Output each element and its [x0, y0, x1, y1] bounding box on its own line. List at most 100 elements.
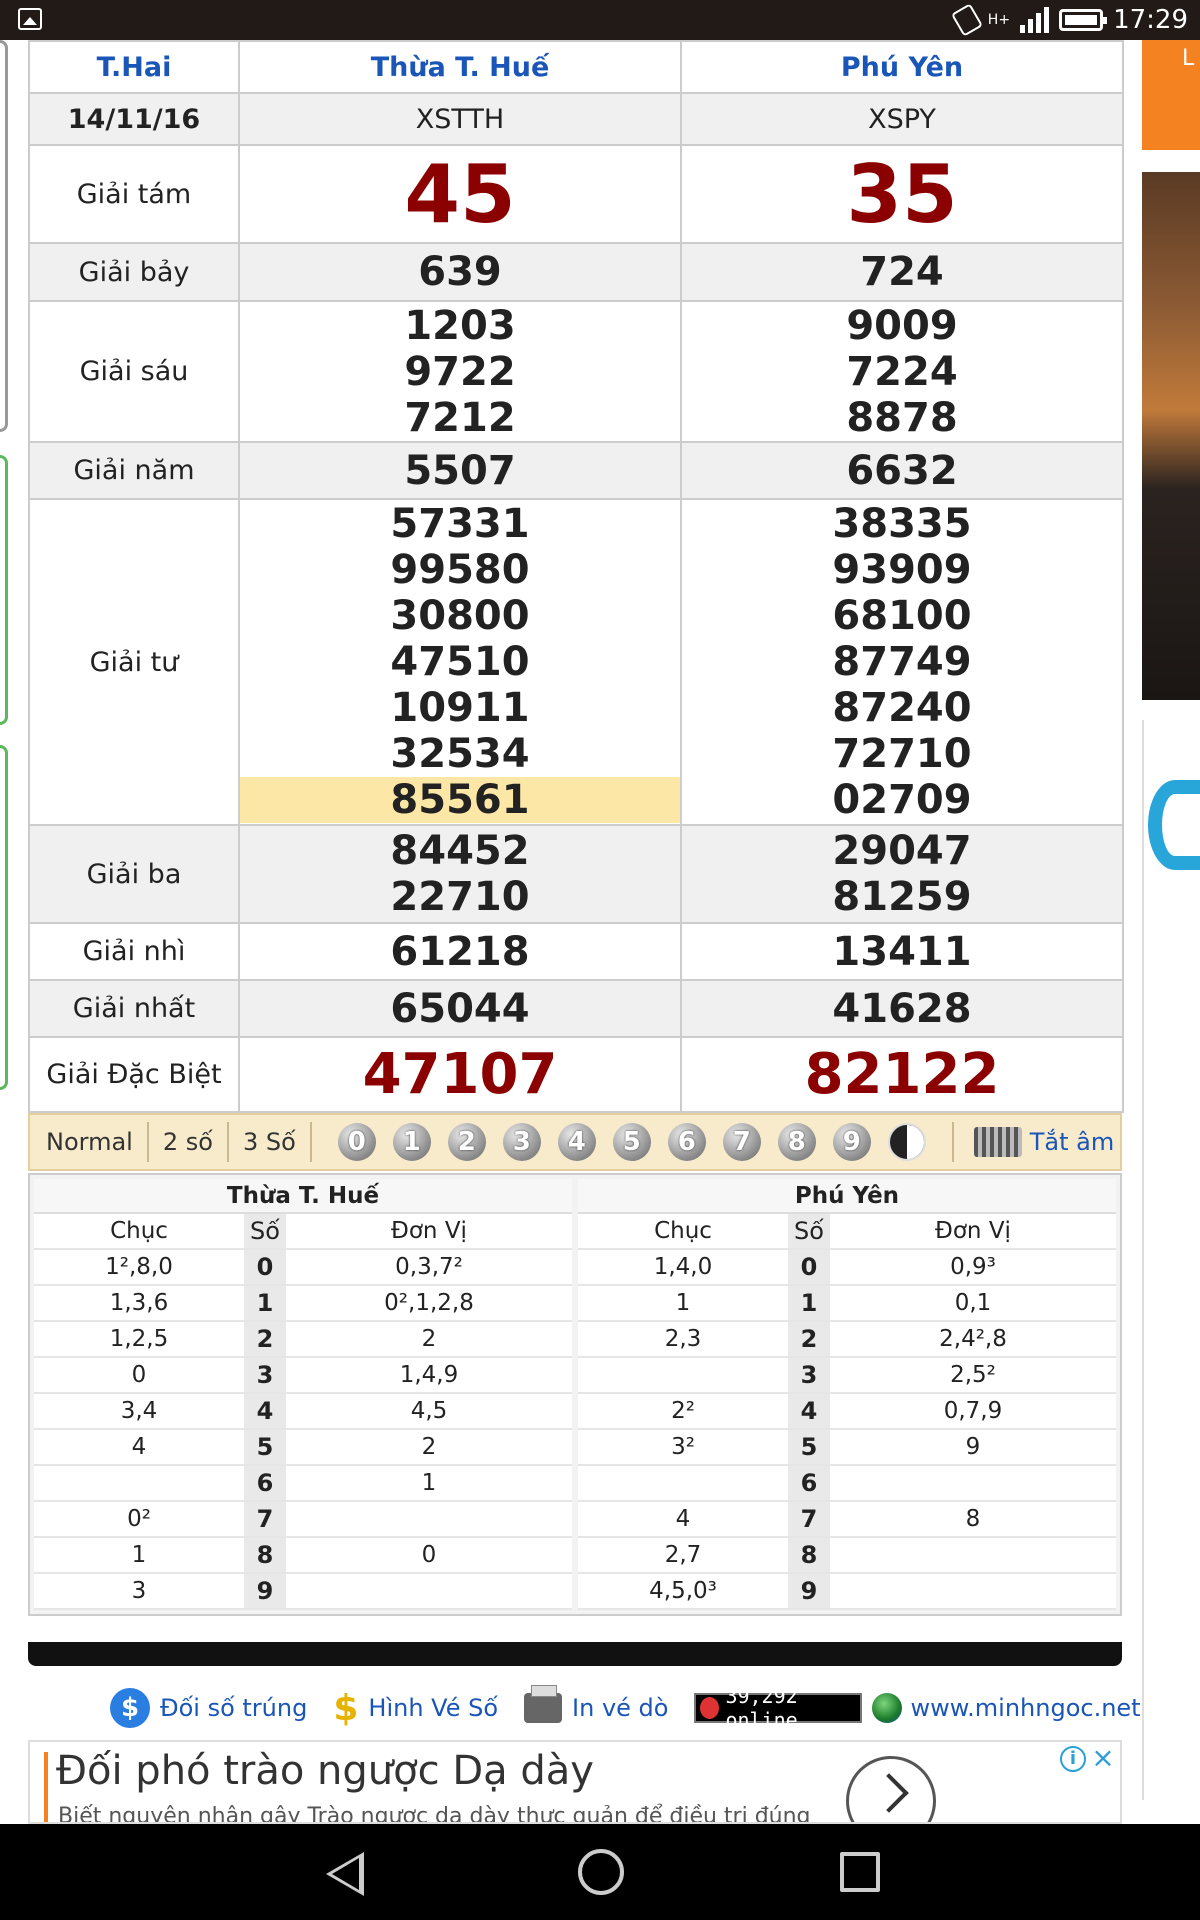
- col-header: Đơn Vị: [286, 1213, 572, 1250]
- network-type: H+: [987, 12, 1011, 28]
- draw-date: 14/11/16: [28, 92, 240, 146]
- so-cell: 8: [788, 1537, 830, 1574]
- site-link[interactable]: www.minhngoc.net: [910, 1694, 1140, 1722]
- web-page: T.Hai Thừa T. Huế Phú Yên 14/11/16 XSTTH…: [0, 40, 1200, 1824]
- province-link[interactable]: Thừa T. Huế: [238, 40, 682, 94]
- prize-label: Giải ba: [28, 824, 240, 924]
- table-row: 1,3,6 1 0²,1,2,8: [34, 1285, 572, 1322]
- donvi-cell: [286, 1501, 572, 1538]
- digit-ball-button[interactable]: 8: [777, 1123, 816, 1161]
- so-cell: 4: [788, 1393, 830, 1430]
- so-cell: 5: [244, 1429, 286, 1466]
- chuc-cell: 4,5,0³: [578, 1573, 788, 1610]
- prize-row-g3: Giải ba 84452 22710 29047 81259: [28, 824, 1124, 924]
- prize-row-special: Giải Đặc Biệt 47107 82122: [28, 1036, 1124, 1113]
- col-header: Chục: [578, 1213, 788, 1250]
- link-label: Đối số trúng: [160, 1694, 308, 1722]
- chuc-cell: 3²: [578, 1429, 788, 1466]
- chuc-cell: 1: [34, 1537, 244, 1574]
- digit-ball-button[interactable]: 5: [612, 1123, 651, 1161]
- header-row: T.Hai Thừa T. Huế Phú Yên: [28, 40, 1124, 94]
- prize-number: 65044: [238, 979, 682, 1038]
- day-link[interactable]: T.Hai: [28, 40, 240, 94]
- prize-number: 6632: [680, 441, 1124, 500]
- doi-so-trung-link[interactable]: $ Đối số trúng: [110, 1688, 307, 1728]
- digit-ball-button[interactable]: 1: [392, 1123, 431, 1161]
- so-cell: 3: [788, 1357, 830, 1394]
- table-row: 1,2,5 2 2: [34, 1321, 572, 1358]
- side-ad-column: L: [1142, 40, 1200, 1824]
- table-row: 4,5,0³ 9: [578, 1573, 1116, 1610]
- donvi-cell: 8: [830, 1501, 1116, 1538]
- mode-2-digit-button[interactable]: 2 số: [149, 1122, 229, 1162]
- divider: [951, 1122, 954, 1162]
- chevron-right-icon: [869, 1773, 909, 1813]
- prize-label: Giải sáu: [28, 300, 240, 443]
- donvi-cell: 1: [286, 1465, 572, 1502]
- so-cell: 1: [788, 1285, 830, 1322]
- digit-ball-button[interactable]: 0: [337, 1123, 376, 1161]
- digit-ball-button[interactable]: 7: [722, 1123, 761, 1161]
- prize-number: 41628: [680, 979, 1124, 1038]
- prize-number: 32534: [390, 731, 530, 777]
- chuc-cell: 2,7: [578, 1537, 788, 1574]
- side-ad-panel[interactable]: [1142, 720, 1200, 1800]
- home-icon[interactable]: [578, 1849, 624, 1895]
- so-cell: 8: [244, 1537, 286, 1574]
- prize-number: 8878: [846, 394, 958, 441]
- side-ad-letter: L: [1182, 46, 1195, 71]
- lottery-code: XSTTH: [238, 92, 682, 146]
- table-row: 2,3 2 2,4²,8: [578, 1321, 1116, 1358]
- prize-number: 5507: [238, 441, 682, 500]
- close-icon[interactable]: ×: [1090, 1744, 1116, 1772]
- digit-ball-button[interactable]: 9: [832, 1123, 871, 1161]
- loto-table-prov2: Phú Yên Chục Số Đơn Vị 1,4,0 0 0,9³ 1 1 0,1 …: [578, 1179, 1116, 1610]
- prize-number: 1203: [404, 302, 516, 349]
- side-ad-image[interactable]: [1142, 172, 1200, 700]
- info-icon[interactable]: i: [1060, 1746, 1086, 1772]
- mode-3-digit-button[interactable]: 3 Số: [229, 1122, 312, 1162]
- mode-normal-button[interactable]: Normal: [30, 1122, 149, 1162]
- digit-ball-button[interactable]: 4: [557, 1123, 596, 1161]
- banner-ad[interactable]: Đối phó trào ngược Dạ dày Biết nguyên nh…: [28, 1740, 1122, 1824]
- prize-label: Giải bảy: [28, 242, 240, 302]
- prize-number: 7224: [846, 348, 958, 395]
- recent-apps-icon[interactable]: [840, 1852, 880, 1892]
- prize-number: 38335: [832, 501, 972, 547]
- chuc-cell: 3: [34, 1573, 244, 1610]
- table-row: 6: [578, 1465, 1116, 1502]
- prize-number-list: 57331 99580 30800 47510 10911 32534 8556…: [238, 498, 682, 826]
- prize-number: 87240: [832, 685, 972, 731]
- chuc-cell: 1: [578, 1285, 788, 1322]
- side-ad-orange[interactable]: L: [1142, 40, 1200, 150]
- left-edge-panel: [0, 40, 8, 432]
- so-cell: 5: [788, 1429, 830, 1466]
- yin-yang-icon[interactable]: [887, 1123, 926, 1161]
- battery-icon: [1059, 9, 1108, 31]
- prize-number: 724: [680, 242, 1124, 302]
- chuc-cell: 4: [34, 1429, 244, 1466]
- table-row: 1 1 0,1: [578, 1285, 1116, 1322]
- province-link[interactable]: Phú Yên: [680, 40, 1124, 94]
- prize-row-g4: Giải tư 57331 99580 30800 47510 10911 32…: [28, 498, 1124, 826]
- chuc-cell: 1²,8,0: [34, 1249, 244, 1286]
- prize-row-g8: Giải tám 45 35: [28, 144, 1124, 244]
- digit-ball-button[interactable]: 6: [667, 1123, 706, 1161]
- col-header: Số: [244, 1213, 286, 1250]
- signal-icon: [1020, 7, 1050, 33]
- prize-number: 57331: [390, 501, 530, 547]
- chuc-cell: 1,2,5: [34, 1321, 244, 1358]
- prize-number: 87749: [832, 639, 972, 685]
- digit-ball-button[interactable]: 2: [447, 1123, 486, 1161]
- digit-ball-button[interactable]: 3: [502, 1123, 541, 1161]
- table-row: 1,4,0 0 0,9³: [578, 1249, 1116, 1286]
- prize-number-list: 1203 9722 7212: [238, 300, 682, 443]
- back-icon[interactable]: [326, 1852, 364, 1896]
- prize-label: Giải nhì: [28, 922, 240, 981]
- hinh-ve-so-link[interactable]: $ Hình Vé Số: [333, 1688, 498, 1729]
- ad-arrow-button[interactable]: [846, 1756, 936, 1822]
- highlighted-prize-number: 85561: [240, 777, 680, 823]
- mute-button[interactable]: Tắt âm: [973, 1127, 1114, 1157]
- table-row: 2,7 8: [578, 1537, 1116, 1574]
- in-ve-do-link[interactable]: In vé dò: [524, 1685, 668, 1723]
